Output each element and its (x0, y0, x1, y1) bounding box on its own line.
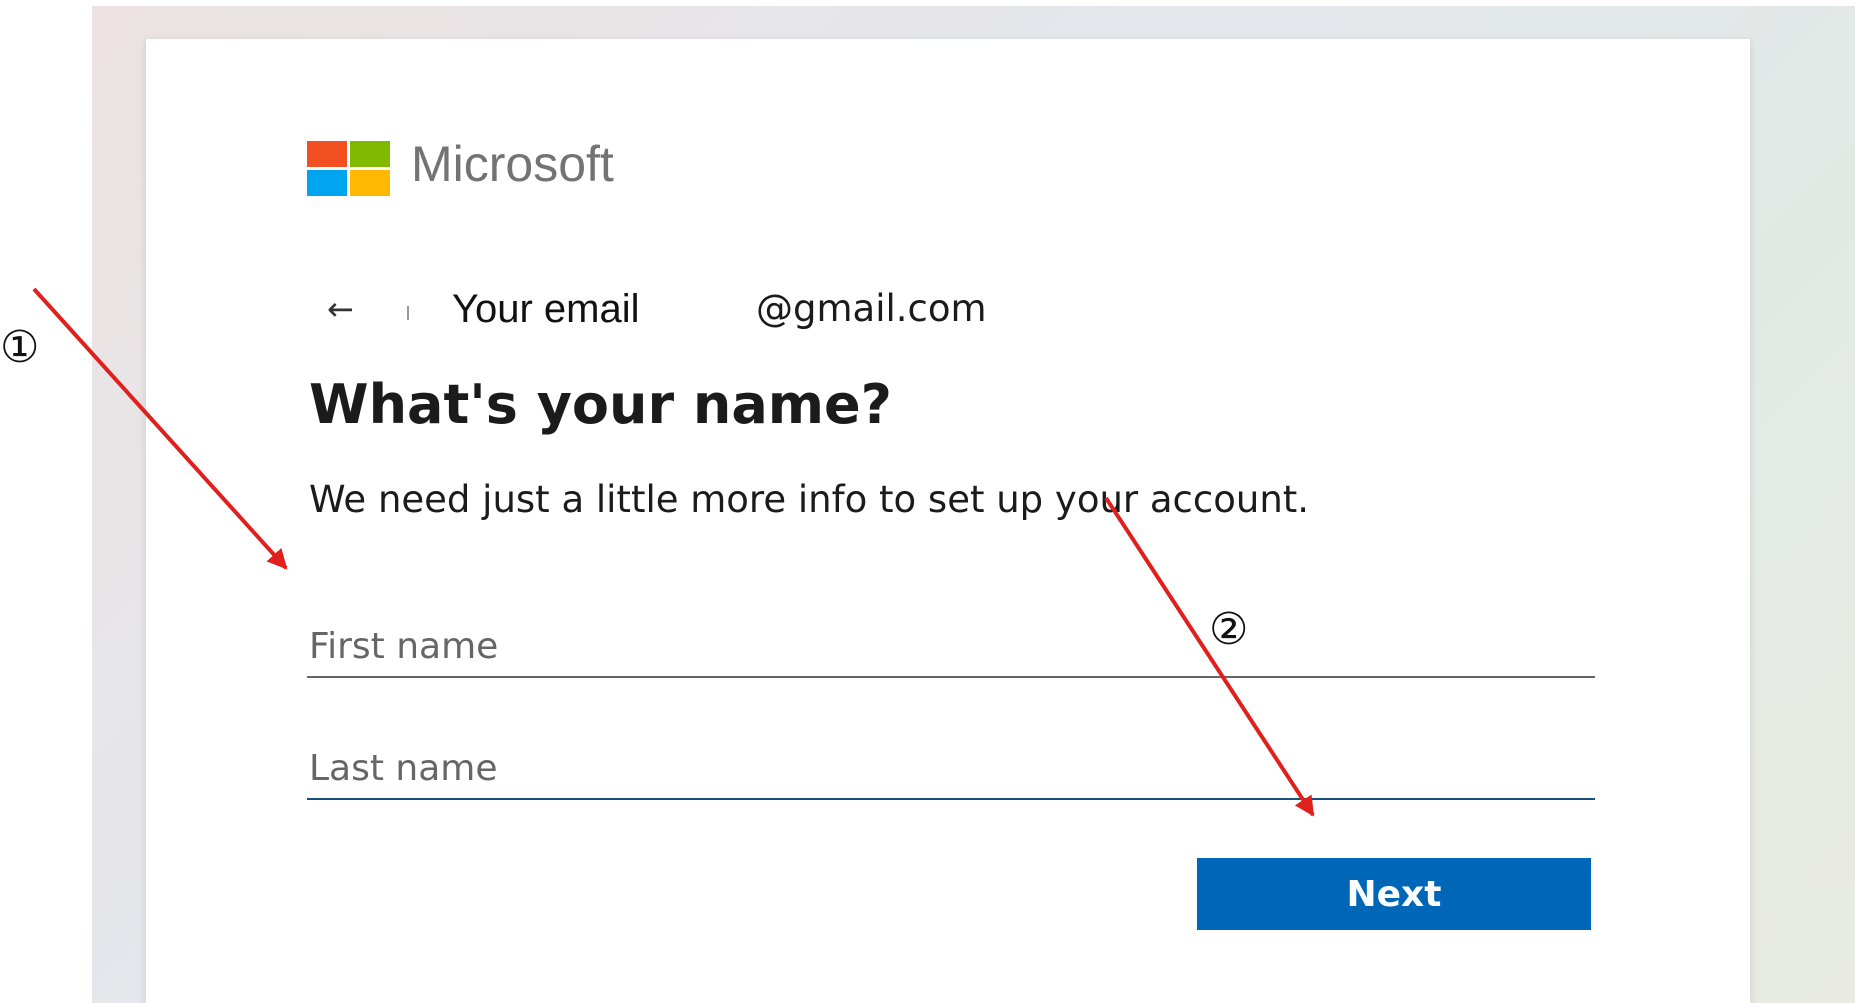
next-button[interactable]: Next (1197, 858, 1591, 930)
email-label: Your email (452, 287, 640, 331)
left-arrow-icon[interactable]: ← (327, 284, 377, 334)
logo-square-green (350, 141, 390, 167)
brand-name: Microsoft (411, 136, 614, 192)
first-name-input[interactable] (307, 616, 1595, 678)
signup-card: Microsoft ← Your email @gmail.com What's… (146, 39, 1750, 1003)
logo-square-blue (307, 170, 347, 196)
logo-square-yellow (350, 170, 390, 196)
email-domain: @gmail.com (756, 287, 987, 330)
identity-divider (407, 306, 409, 320)
microsoft-logo: Microsoft (307, 136, 707, 231)
last-name-input[interactable] (307, 738, 1595, 800)
microsoft-squares-icon (307, 141, 391, 197)
logo-square-red (307, 141, 347, 167)
page-description: We need just a little more info to set u… (309, 478, 1310, 521)
page-title: What's your name? (309, 373, 893, 436)
annotation-marker-1: ① (0, 322, 40, 373)
